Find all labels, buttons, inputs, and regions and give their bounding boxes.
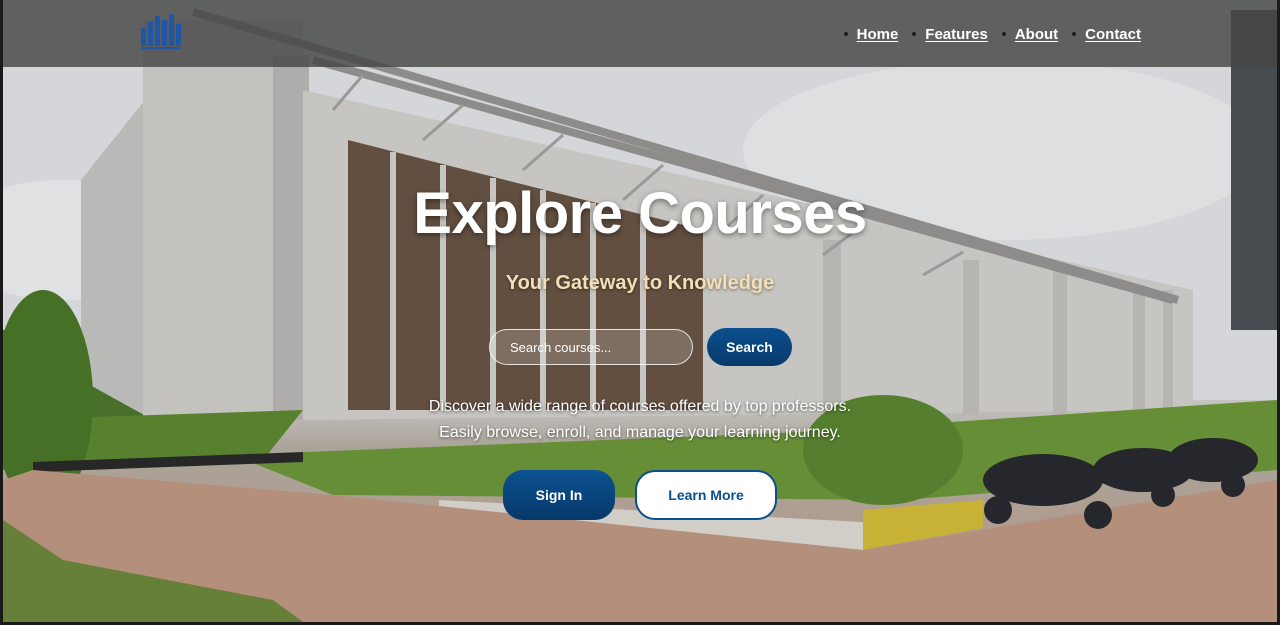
bullet-icon [1001, 32, 1006, 36]
bullet-icon [843, 32, 848, 36]
nav-item-contact: Contact [1072, 26, 1141, 43]
nav-item-about: About [1001, 26, 1058, 43]
sign-in-button[interactable]: Sign In [503, 470, 615, 520]
cta-buttons: Sign In Learn More [503, 470, 777, 520]
bullet-icon [912, 32, 917, 36]
bullet-icon [1072, 32, 1077, 36]
hero-description: Discover a wide range of courses offered… [3, 394, 1277, 446]
description-line-2: Easily browse, enroll, and manage your l… [439, 424, 841, 441]
hero-title: Explore Courses [413, 181, 867, 246]
search-bar: Search [489, 327, 792, 367]
nav-link-about[interactable]: About [1015, 26, 1058, 43]
nav-link-contact[interactable]: Contact [1085, 26, 1141, 43]
nav-link-features[interactable]: Features [925, 26, 988, 43]
main-nav: Home Features About Contact [830, 24, 1141, 44]
hero-background-image [3, 0, 1277, 622]
hero-subtitle: Your Gateway to Knowledge [505, 272, 775, 294]
nav-item-features: Features [912, 26, 988, 43]
top-navbar: Home Features About Contact [3, 0, 1277, 67]
nav-item-home: Home [843, 26, 899, 43]
page-frame: Home Features About Contact Explore Cour… [3, 0, 1277, 622]
nav-link-home[interactable]: Home [857, 26, 899, 43]
campus-building-illustration [3, 0, 1277, 622]
description-line-1: Discover a wide range of courses offered… [428, 398, 852, 415]
search-button[interactable]: Search [707, 328, 792, 366]
learn-more-button[interactable]: Learn More [635, 470, 777, 520]
search-input[interactable] [489, 329, 693, 365]
institute-logo-icon[interactable] [139, 12, 183, 52]
